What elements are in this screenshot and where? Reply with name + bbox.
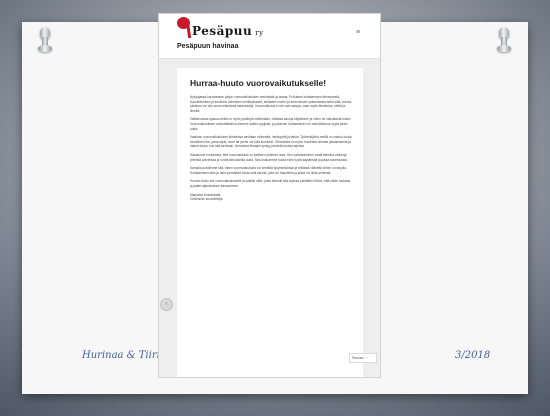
post-paragraph: Hurraa-huuto siis vuorovaikutukselle ja … bbox=[190, 179, 351, 188]
post-paragraph: Vaativan vuorovaikutuksen tilanteissa ta… bbox=[190, 135, 352, 149]
follow-button[interactable]: Seuraa ··· bbox=[349, 353, 377, 363]
menu-icon[interactable]: ≡ bbox=[353, 28, 363, 38]
site-title[interactable]: Pesäpuun havinaa bbox=[177, 43, 238, 50]
post-author-role: Viestinnän suunnittelija bbox=[190, 196, 223, 201]
pushpin-left-icon bbox=[38, 27, 52, 53]
post-paragraph: Samalla pohdimme sitä, miten vuorovaikut… bbox=[190, 166, 347, 175]
site-header: Pesäpuu ry Pesäpuun havinaa ≡ bbox=[159, 14, 380, 59]
post-paragraph: Haluamme muistuttaa, että vuorovaikutus … bbox=[190, 152, 348, 162]
post-article: Hurraa-huuto vuorovaikutukselle! Nykyaja… bbox=[177, 68, 363, 377]
logo-name: Pesäpuu bbox=[192, 24, 253, 38]
prev-arrow-icon[interactable]: ‹ bbox=[160, 298, 173, 311]
post-title: Hurraa-huuto vuorovaikutukselle! bbox=[190, 78, 327, 88]
post-paragraph: Vallitsevassa ajassa meillä on hyvä pysä… bbox=[190, 117, 352, 131]
signature-left: Hurinaa & Tiiri bbox=[82, 350, 160, 361]
post-paragraph: Nykyajassa korostetaan paljon vuorovaiku… bbox=[190, 95, 352, 113]
signature-right: 3/2018 bbox=[455, 350, 491, 361]
blog-screenshot: Pesäpuu ry Pesäpuun havinaa ≡ Hurraa-huut… bbox=[158, 13, 381, 378]
logo-suffix: ry bbox=[255, 29, 264, 37]
post-body: Nykyajassa korostetaan paljon vuorovaiku… bbox=[190, 95, 352, 201]
pushpin-right-icon bbox=[497, 27, 511, 53]
site-logo-text[interactable]: Pesäpuu ry bbox=[192, 24, 264, 38]
